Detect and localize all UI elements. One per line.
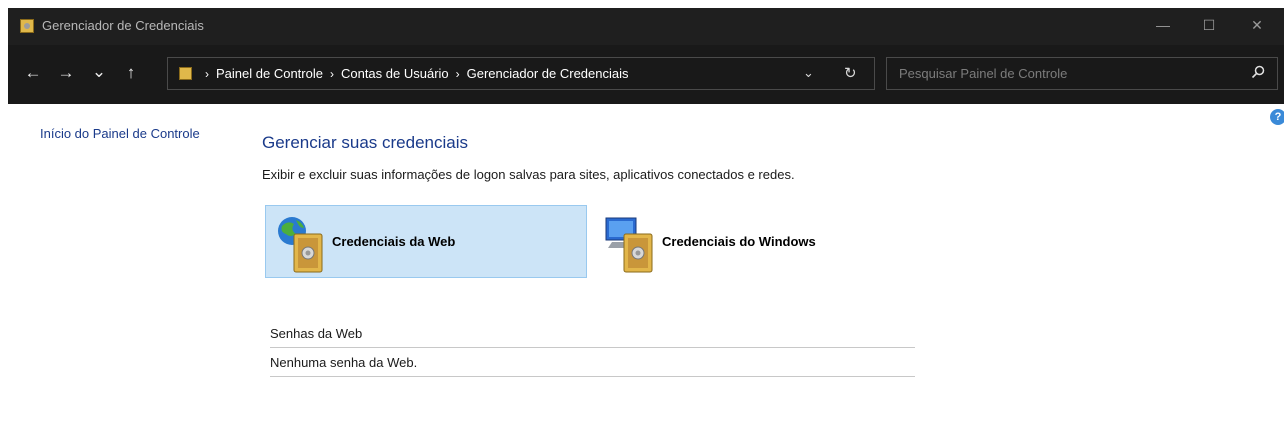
windows-credentials-icon xyxy=(602,212,664,274)
control-panel-icon xyxy=(179,67,192,80)
web-credentials-label: Credenciais da Web xyxy=(332,234,456,249)
recent-locations-button[interactable]: ⌄ xyxy=(88,62,110,82)
minimize-button[interactable]: — xyxy=(1140,8,1186,45)
web-passwords-section-title[interactable]: Senhas da Web xyxy=(270,326,362,341)
back-button[interactable]: ← xyxy=(22,63,44,83)
address-dropdown-button[interactable]: ⌄ xyxy=(803,65,814,81)
breadcrumb: › Painel de Controle › Contas de Usuário › Ge… xyxy=(198,66,629,81)
divider xyxy=(270,376,915,377)
search-box[interactable]: Pesquisar Painel de Controle xyxy=(886,57,1278,90)
breadcrumb-separator: › xyxy=(205,67,209,81)
breadcrumb-gerenciador-de-credenciais[interactable]: Gerenciador de Credenciais xyxy=(467,66,629,81)
window-title: Gerenciador de Credenciais xyxy=(42,18,204,33)
breadcrumb-painel-de-controle[interactable]: Painel de Controle xyxy=(216,66,323,81)
close-button[interactable]: ✕ xyxy=(1234,8,1280,45)
web-credentials-icon xyxy=(272,212,334,274)
title-bar: Gerenciador de Credenciais — ☐ ✕ xyxy=(8,8,1284,45)
web-credentials-tile[interactable]: Credenciais da Web xyxy=(265,205,587,278)
refresh-button[interactable]: ↻ xyxy=(844,64,857,82)
control-panel-home-link[interactable]: Início do Painel de Controle xyxy=(40,126,200,141)
forward-button[interactable]: → xyxy=(55,63,77,83)
windows-credentials-label: Credenciais do Windows xyxy=(662,234,816,249)
address-bar[interactable]: › Painel de Controle › Contas de Usuário › Ge… xyxy=(167,57,875,90)
help-icon[interactable]: ? xyxy=(1270,109,1284,125)
window-top-edge xyxy=(0,0,1284,8)
search-placeholder: Pesquisar Painel de Controle xyxy=(899,66,1068,81)
divider xyxy=(270,347,915,348)
page-description: Exibir e excluir suas informações de log… xyxy=(262,167,795,182)
search-icon[interactable] xyxy=(1251,65,1265,79)
windows-credentials-tile[interactable]: Credenciais do Windows xyxy=(595,205,917,278)
breadcrumb-contas-de-usuario[interactable]: Contas de Usuário xyxy=(341,66,449,81)
credential-manager-app-icon xyxy=(20,19,34,33)
breadcrumb-separator[interactable]: › xyxy=(330,67,334,81)
maximize-button[interactable]: ☐ xyxy=(1186,8,1232,45)
no-web-passwords-message: Nenhuma senha da Web. xyxy=(270,355,418,370)
navigation-bar: ← → ⌄ ↑ › Painel de Controle › Contas de Us… xyxy=(8,45,1284,104)
page-title: Gerenciar suas credenciais xyxy=(262,133,468,152)
breadcrumb-separator[interactable]: › xyxy=(456,67,460,81)
up-button[interactable]: ↑ xyxy=(120,63,142,83)
